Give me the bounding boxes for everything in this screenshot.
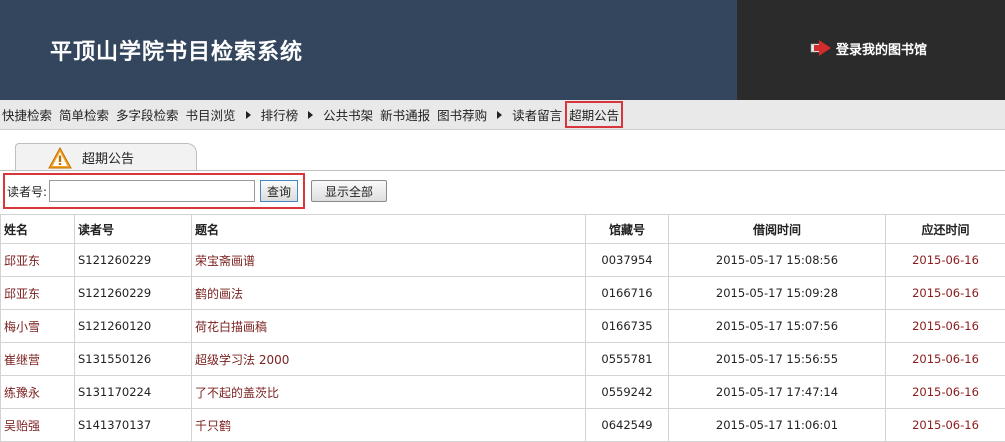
nav-arrow-icon (245, 110, 251, 119)
cell-due-date: 2015-06-16 (885, 342, 1005, 376)
cell-due-date: 2015-06-16 (885, 309, 1005, 343)
cell-reader-id: S121260120 (74, 309, 192, 343)
reader-id-label: 读者号: (7, 184, 48, 199)
table-row: 练豫永 S131170224 了不起的盖茨比 0559242 2015-05-17 17… (0, 375, 1005, 409)
login-my-library-link[interactable]: 登录我的图书馆 (810, 37, 927, 59)
login-panel: 登录我的图书馆 (737, 0, 1005, 100)
nav-item-6[interactable]: 新书通报 (380, 105, 430, 124)
cell-call-no: 0037954 (585, 243, 669, 277)
col-header-due-date: 应还时间 (885, 214, 1005, 244)
query-button[interactable]: 查询 (260, 180, 299, 202)
cell-name[interactable]: 崔继营 (0, 342, 75, 376)
table-header-row: 姓名 读者号 题名 馆藏号 借阅时间 应还时间 (0, 214, 1005, 244)
cell-borrow-time: 2015-05-17 17:47:14 (668, 375, 886, 409)
col-header-call-no: 馆藏号 (585, 214, 669, 244)
table-row: 邱亚东 S121260229 荣宝斋画谱 0037954 2015-05-17 15:0… (0, 243, 1005, 277)
cell-due-date: 2015-06-16 (885, 243, 1005, 277)
nav-item-9[interactable]: 超期公告 (565, 101, 624, 128)
cell-due-date: 2015-06-16 (885, 408, 1005, 442)
login-label: 登录我的图书馆 (836, 42, 928, 58)
nav-item-4[interactable]: 排行榜 (261, 105, 299, 124)
show-all-button[interactable]: 显示全部 (311, 180, 387, 202)
col-header-borrow-time: 借阅时间 (668, 214, 886, 244)
warning-icon (48, 146, 72, 168)
cell-name[interactable]: 练豫永 (0, 375, 75, 409)
cell-title[interactable]: 荷花白描画稿 (191, 309, 586, 343)
cell-borrow-time: 2015-05-17 11:06:01 (668, 408, 886, 442)
cell-call-no: 0642549 (585, 408, 669, 442)
cell-title[interactable]: 了不起的盖茨比 (191, 375, 586, 409)
cell-call-no: 0166716 (585, 276, 669, 310)
cell-reader-id: S131550126 (74, 342, 192, 376)
cell-reader-id: S121260229 (74, 243, 192, 277)
nav-item-8[interactable]: 读者留言 (512, 105, 562, 124)
cell-name[interactable]: 梅小雪 (0, 309, 75, 343)
cell-reader-id: S141370137 (74, 408, 192, 442)
nav-item-5[interactable]: 公共书架 (323, 105, 373, 124)
cell-name[interactable]: 邱亚东 (0, 276, 75, 310)
cell-call-no: 0559242 (585, 375, 669, 409)
red-arrow-icon (810, 40, 831, 56)
tab-label: 超期公告 (82, 152, 135, 167)
nav-item-3[interactable]: 书目浏览 (186, 105, 236, 124)
cell-due-date: 2015-06-16 (885, 375, 1005, 409)
nav-item-2[interactable]: 多字段检索 (116, 105, 179, 124)
nav-item-1[interactable]: 简单检索 (59, 105, 109, 124)
cell-call-no: 0555781 (585, 342, 669, 376)
header-banner: 平顶山学院书目检索系统 登录我的图书馆 (0, 0, 1005, 100)
tab-divider (0, 170, 1005, 171)
cell-reader-id: S131170224 (74, 375, 192, 409)
cell-title[interactable]: 鹤的画法 (191, 276, 586, 310)
cell-borrow-time: 2015-05-17 15:09:28 (668, 276, 886, 310)
tab-overdue-notice[interactable]: 超期公告 (15, 143, 197, 171)
cell-name[interactable]: 吴贻强 (0, 408, 75, 442)
cell-title[interactable]: 千只鹤 (191, 408, 586, 442)
site-title: 平顶山学院书目检索系统 (50, 40, 304, 65)
col-header-name: 姓名 (0, 214, 75, 244)
table-row: 梅小雪 S121260120 荷花白描画稿 0166735 2015-05-17 15:… (0, 309, 1005, 343)
cell-call-no: 0166735 (585, 309, 669, 343)
cell-due-date: 2015-06-16 (885, 276, 1005, 310)
reader-id-input[interactable] (49, 180, 256, 202)
cell-borrow-time: 2015-05-17 15:07:56 (668, 309, 886, 343)
table-row: 崔继营 S131550126 超级学习法 2000 0555781 2015-05-17… (0, 342, 1005, 376)
cell-borrow-time: 2015-05-17 15:08:56 (668, 243, 886, 277)
cell-reader-id: S121260229 (74, 276, 192, 310)
nav-arrow-icon (308, 110, 314, 119)
col-header-title: 题名 (191, 214, 586, 244)
reader-search-form: 读者号: 查询 (3, 173, 305, 209)
nav-arrow-icon (497, 110, 503, 119)
cell-title[interactable]: 荣宝斋画谱 (191, 243, 586, 277)
cell-name[interactable]: 邱亚东 (0, 243, 75, 277)
table-row: 邱亚东 S121260229 鹤的画法 0166716 2015-05-17 15:09… (0, 276, 1005, 310)
col-header-reader-id: 读者号 (74, 214, 192, 244)
table-row: 吴贻强 S141370137 千只鹤 0642549 2015-05-17 11:06:… (0, 408, 1005, 442)
main-nav: 快捷检索 简单检索 多字段检索 书目浏览 排行榜 公共书架 新书通报 图书荐购 读者留言 超期公告 (0, 100, 1005, 130)
cell-borrow-time: 2015-05-17 15:56:55 (668, 342, 886, 376)
overdue-table: 姓名 读者号 题名 馆藏号 借阅时间 应还时间 邱亚东 S121260229 荣宝斋… (0, 214, 1005, 442)
nav-item-0[interactable]: 快捷检索 (2, 105, 52, 124)
cell-title[interactable]: 超级学习法 2000 (191, 342, 586, 376)
nav-item-7[interactable]: 图书荐购 (437, 105, 487, 124)
